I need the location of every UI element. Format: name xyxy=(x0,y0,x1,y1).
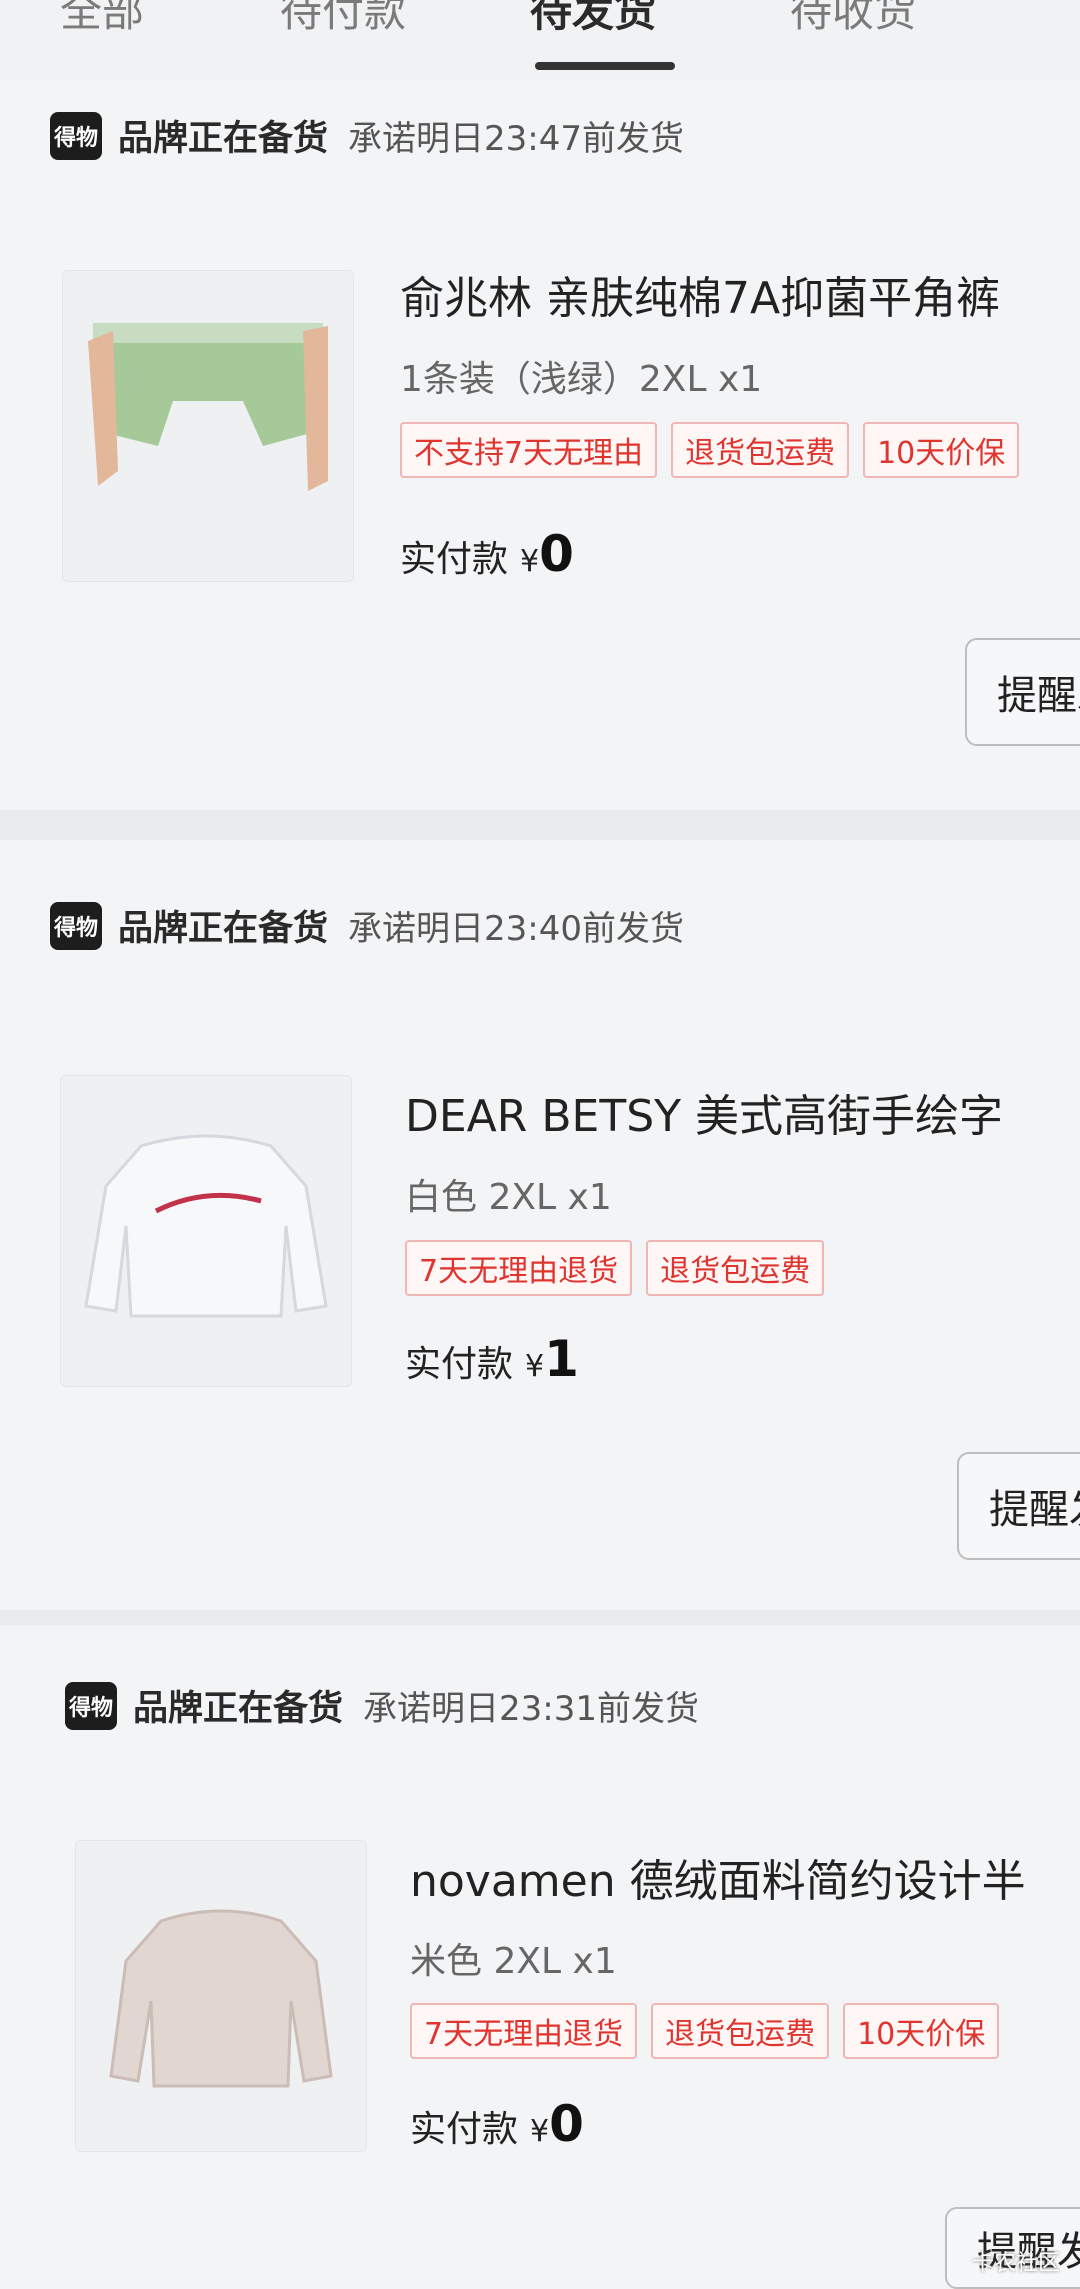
service-tags: 7天无理由退货 退货包运费 xyxy=(405,1240,838,1296)
product-image[interactable] xyxy=(75,1840,367,2152)
sweater-image xyxy=(109,1909,333,2088)
sweatshirt-image xyxy=(84,1134,328,1318)
paid-amount: 0 xyxy=(549,2095,584,2153)
currency-symbol: ¥ xyxy=(520,544,540,579)
currency-symbol: ¥ xyxy=(530,2114,550,2149)
order-status-row: 得物 品牌正在备货 承诺明日23:40前发货 xyxy=(50,900,684,951)
tab-pending-payment[interactable]: 待付款 xyxy=(280,0,406,39)
service-tag: 退货包运费 xyxy=(671,422,850,478)
brand-logo: 得物 xyxy=(50,111,102,160)
paid-amount: 1 xyxy=(544,1330,579,1388)
ship-promise: 承诺明日23:40前发货 xyxy=(348,909,684,949)
tab-pending-shipment[interactable]: 待发货 xyxy=(530,0,656,39)
service-tag: 7天无理由退货 xyxy=(410,2003,638,2059)
order-card[interactable]: 得物 品牌正在备货 承诺明日23:31前发货 novamen 德绒面料简约设计半… xyxy=(0,1625,1080,2289)
tab-all[interactable]: 全部 xyxy=(60,0,144,39)
service-tag: 退货包运费 xyxy=(646,1240,825,1296)
boxer-shorts-image xyxy=(88,323,328,491)
paid-label: 实付款 xyxy=(400,539,509,580)
product-title[interactable]: DEAR BETSY 美式高街手绘字 xyxy=(405,1080,1003,1144)
service-tag: 10天价保 xyxy=(843,2003,1000,2059)
paid-amount-row: 实付款 ¥ 1 xyxy=(405,1330,579,1388)
product-spec: 米色 2XL x1 xyxy=(410,1941,617,1982)
product-title[interactable]: novamen 德绒面料简约设计半 xyxy=(410,1845,1026,1909)
tab-pending-receipt[interactable]: 待收货 xyxy=(790,0,916,39)
service-tags: 不支持7天无理由 退货包运费 10天价保 xyxy=(400,422,1033,478)
paid-label: 实付款 xyxy=(405,1344,514,1385)
product-spec: 白色 2XL x1 xyxy=(405,1177,612,1218)
currency-symbol: ¥ xyxy=(525,1349,545,1384)
remind-ship-button[interactable]: 提醒发货 xyxy=(957,1452,1080,1560)
product-image[interactable] xyxy=(60,1075,352,1387)
order-status: 品牌正在备货 xyxy=(118,119,329,159)
product-title[interactable]: 俞兆林 亲肤纯棉7A抑菌平角裤 xyxy=(400,262,1000,326)
remind-ship-button[interactable]: 提醒发货 xyxy=(965,638,1080,746)
service-tag: 退货包运费 xyxy=(651,2003,830,2059)
brand-logo: 得物 xyxy=(50,901,102,950)
ship-promise: 承诺明日23:47前发货 xyxy=(348,119,684,159)
active-tab-indicator xyxy=(535,62,675,70)
product-image[interactable] xyxy=(62,270,354,582)
paid-label: 实付款 xyxy=(410,2109,519,2150)
paid-amount-row: 实付款 ¥ 0 xyxy=(400,525,574,583)
service-tags: 7天无理由退货 退货包运费 10天价保 xyxy=(410,2003,1013,2059)
paid-amount: 0 xyxy=(539,525,574,583)
order-status-row: 得物 品牌正在备货 承诺明日23:47前发货 xyxy=(50,110,684,161)
order-status: 品牌正在备货 xyxy=(133,1689,344,1729)
order-tabs: 全部 待付款 待发货 待收货 xyxy=(0,0,1080,80)
service-tag: 10天价保 xyxy=(863,422,1020,478)
order-status-row: 得物 品牌正在备货 承诺明日23:31前发货 xyxy=(65,1680,699,1731)
paid-amount-row: 实付款 ¥ 0 xyxy=(410,2095,584,2153)
service-tag: 不支持7天无理由 xyxy=(400,422,658,478)
product-spec: 1条装（浅绿）2XL x1 xyxy=(400,359,763,400)
ship-promise: 承诺明日23:31前发货 xyxy=(363,1689,699,1729)
watermark: 卡农社区 xyxy=(971,2251,1060,2276)
order-card[interactable]: 得物 品牌正在备货 承诺明日23:47前发货 俞兆林 亲肤纯棉7A抑菌平角裤 1… xyxy=(0,80,1080,810)
order-status: 品牌正在备货 xyxy=(118,909,329,949)
service-tag: 7天无理由退货 xyxy=(405,1240,633,1296)
order-card[interactable]: 得物 品牌正在备货 承诺明日23:40前发货 DEAR BETSY 美式高街手绘… xyxy=(0,840,1080,1610)
brand-logo: 得物 xyxy=(65,1681,117,1730)
